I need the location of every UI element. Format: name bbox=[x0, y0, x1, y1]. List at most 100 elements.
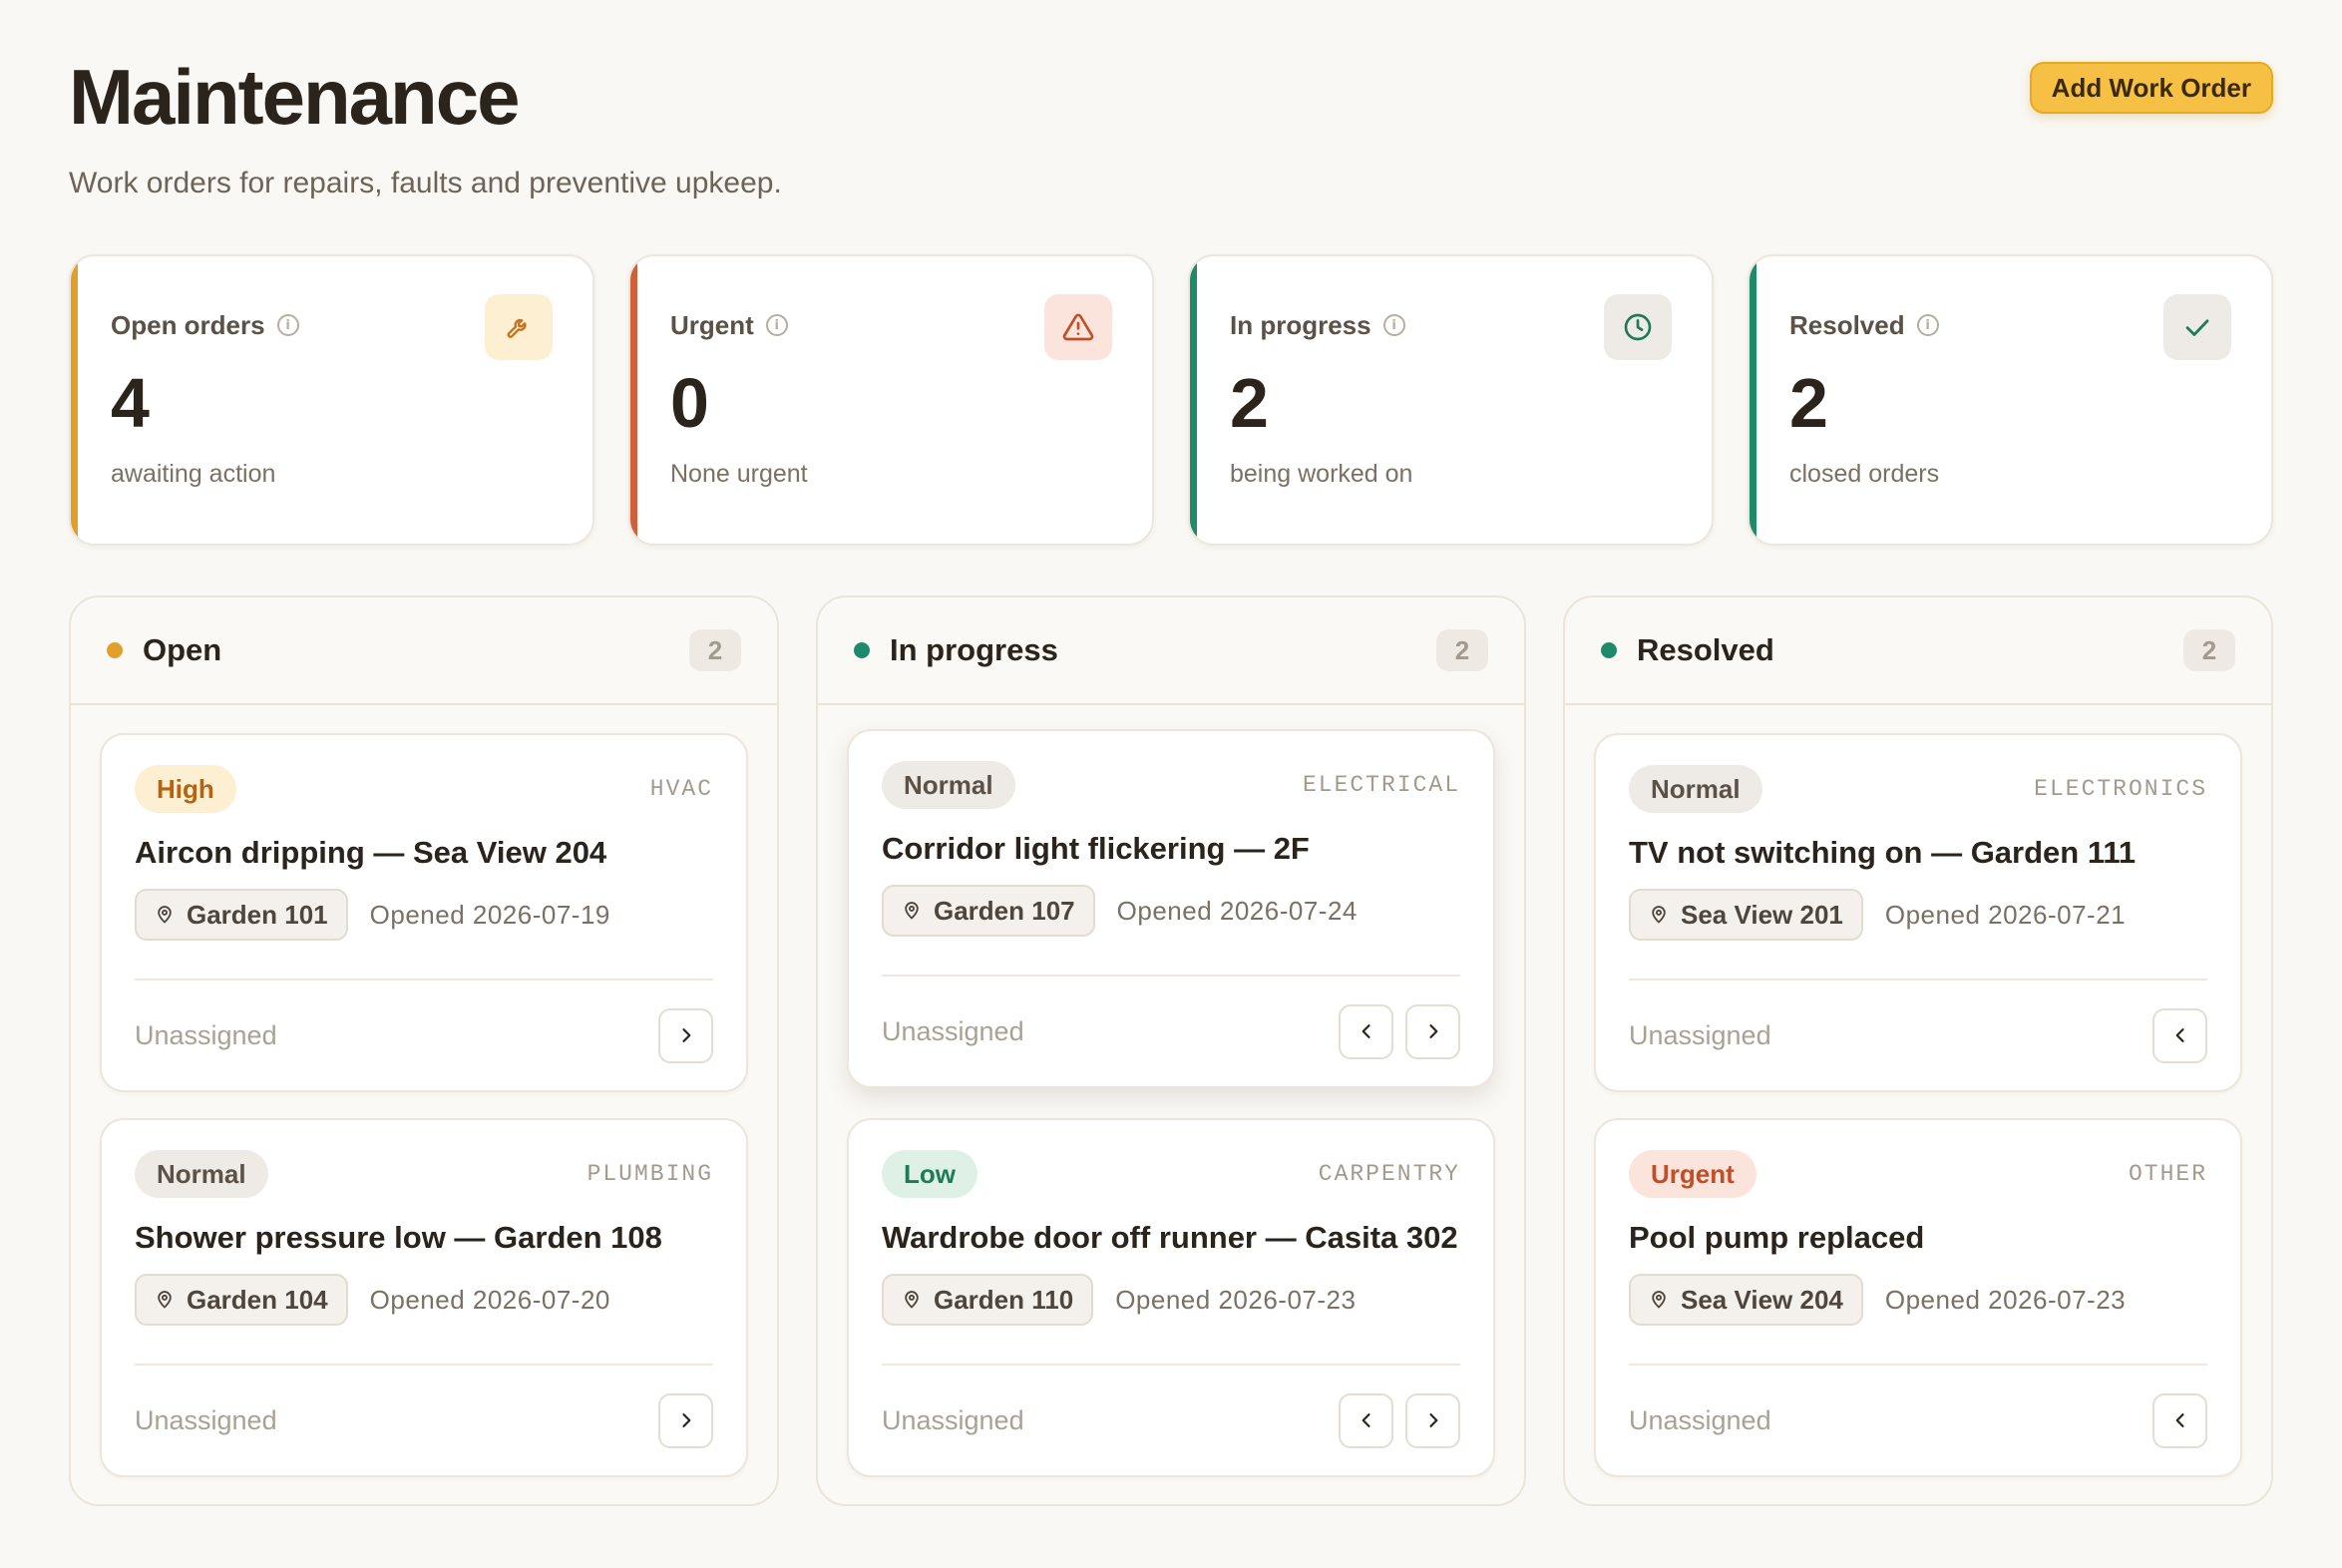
work-order-card[interactable]: Low CARPENTRY Wardrobe door off runner —… bbox=[847, 1118, 1495, 1477]
stat-value: 4 bbox=[111, 364, 150, 442]
chevron-right-icon bbox=[1428, 1024, 1437, 1038]
column-resolved: Resolved 2 Normal ELECTRONICS TV not swi… bbox=[1563, 595, 2273, 1506]
assignee-label: Unassigned bbox=[1629, 1019, 1771, 1050]
work-order-title: Wardrobe door off runner — Casita 302 bbox=[882, 1220, 1458, 1255]
opened-date: Opened 2026-07-20 bbox=[369, 1284, 610, 1315]
move-right-button[interactable] bbox=[1405, 1003, 1460, 1059]
work-order-card[interactable]: Urgent OTHER Pool pump replaced Sea View… bbox=[1594, 1118, 2242, 1477]
move-left-button[interactable] bbox=[1339, 1392, 1393, 1448]
work-order-card[interactable]: Normal ELECTRONICS TV not switching on —… bbox=[1594, 733, 2242, 1092]
assignee-label: Unassigned bbox=[135, 1019, 277, 1050]
status-dot bbox=[854, 642, 870, 658]
priority-badge: Urgent bbox=[1629, 1150, 1756, 1198]
chevron-right-icon bbox=[681, 1028, 690, 1042]
column-header: In progress 2 bbox=[818, 597, 1524, 705]
kanban-board: Open 2 High HVAC Aircon dripping — Sea V… bbox=[69, 595, 2273, 1506]
maintenance-page: Maintenance Work orders for repairs, fau… bbox=[0, 0, 2342, 1568]
opened-date: Opened 2026-07-24 bbox=[1116, 895, 1358, 926]
work-order-card[interactable]: High HVAC Aircon dripping — Sea View 204… bbox=[100, 733, 748, 1092]
stat-card-open-orders: Open orders i 4 awaiting action bbox=[69, 254, 594, 546]
opened-date: Opened 2026-07-23 bbox=[1115, 1284, 1357, 1315]
assignee-label: Unassigned bbox=[1629, 1404, 1771, 1435]
work-order-card[interactable]: Normal ELECTRICAL Corridor light flicker… bbox=[847, 729, 1495, 1088]
column-in-progress: In progress 2 Normal ELECTRICAL Corridor… bbox=[816, 595, 1526, 1506]
chevron-left-icon bbox=[1362, 1413, 1370, 1427]
stat-card-urgent: Urgent i 0 None urgent bbox=[628, 254, 1154, 546]
work-order-title: Shower pressure low — Garden 108 bbox=[135, 1220, 662, 1255]
work-order-title: TV not switching on — Garden 111 bbox=[1629, 835, 2137, 870]
work-order-card[interactable]: Normal PLUMBING Shower pressure low — Ga… bbox=[100, 1118, 748, 1477]
work-order-title: Corridor light flickering — 2F bbox=[882, 831, 1310, 866]
stat-card-in-progress: In progress i 2 being worked on bbox=[1188, 254, 1714, 546]
assignee-label: Unassigned bbox=[882, 1015, 1024, 1046]
stat-caption: being worked on bbox=[1230, 460, 1413, 488]
priority-badge: Low bbox=[882, 1150, 977, 1198]
map-pin-icon bbox=[158, 1291, 172, 1310]
add-work-order-button[interactable]: Add Work Order bbox=[2029, 62, 2273, 114]
priority-badge: Normal bbox=[1629, 765, 1762, 813]
stat-accent bbox=[71, 256, 78, 544]
column-count-badge: 2 bbox=[2183, 629, 2235, 671]
stat-cards: Open orders i 4 awaiting action Urgent i… bbox=[69, 254, 2273, 546]
location-chip: Garden 104 bbox=[135, 1274, 348, 1327]
category-label: PLUMBING bbox=[586, 1161, 713, 1187]
move-left-button[interactable] bbox=[2152, 1007, 2207, 1063]
warning-icon bbox=[1044, 294, 1112, 360]
column-count-badge: 2 bbox=[689, 629, 741, 671]
category-label: OTHER bbox=[2128, 1161, 2207, 1187]
assignee-label: Unassigned bbox=[882, 1404, 1024, 1435]
wrench-icon bbox=[485, 294, 553, 360]
column-title: In progress bbox=[890, 632, 1058, 667]
location-label: Sea View 204 bbox=[1681, 1284, 1843, 1315]
info-icon[interactable]: i bbox=[276, 314, 299, 336]
opened-date: Opened 2026-07-19 bbox=[369, 899, 610, 930]
stat-caption: awaiting action bbox=[111, 460, 276, 488]
category-label: CARPENTRY bbox=[1318, 1161, 1460, 1187]
page-header: Maintenance Work orders for repairs, fau… bbox=[69, 0, 2273, 254]
opened-date: Opened 2026-07-21 bbox=[1884, 899, 2127, 930]
info-icon[interactable]: i bbox=[1382, 314, 1405, 336]
move-right-button[interactable] bbox=[658, 1392, 713, 1448]
move-left-button[interactable] bbox=[2152, 1392, 2207, 1448]
status-dot bbox=[1601, 642, 1617, 658]
map-pin-icon bbox=[1652, 906, 1666, 925]
column-header: Resolved 2 bbox=[1565, 597, 2271, 705]
stat-accent bbox=[1190, 256, 1197, 544]
stat-accent bbox=[630, 256, 637, 544]
work-order-title: Aircon dripping — Sea View 204 bbox=[135, 835, 607, 870]
column-open: Open 2 High HVAC Aircon dripping — Sea V… bbox=[69, 595, 779, 1506]
stat-value: 0 bbox=[670, 364, 709, 442]
stat-label: Urgent bbox=[670, 309, 754, 340]
location-label: Sea View 201 bbox=[1681, 899, 1843, 930]
check-icon bbox=[2163, 294, 2231, 360]
page-title: Maintenance bbox=[69, 53, 520, 141]
priority-badge: Normal bbox=[135, 1150, 268, 1198]
column-title: Resolved bbox=[1637, 632, 1774, 667]
stat-accent bbox=[1750, 256, 1756, 544]
stat-label: Open orders bbox=[111, 309, 265, 340]
map-pin-icon bbox=[158, 906, 172, 925]
move-right-button[interactable] bbox=[658, 1007, 713, 1063]
column-header: Open 2 bbox=[71, 597, 777, 705]
chevron-right-icon bbox=[1428, 1413, 1437, 1427]
stat-caption: None urgent bbox=[670, 460, 808, 488]
priority-badge: Normal bbox=[882, 761, 1015, 809]
info-icon[interactable]: i bbox=[765, 314, 788, 336]
move-right-button[interactable] bbox=[1405, 1392, 1460, 1448]
work-order-title: Pool pump replaced bbox=[1629, 1220, 1925, 1255]
map-pin-icon bbox=[905, 1291, 919, 1310]
stat-label: Resolved bbox=[1789, 309, 1905, 340]
location-chip: Garden 107 bbox=[882, 885, 1095, 938]
chevron-right-icon bbox=[681, 1413, 690, 1427]
location-label: Garden 107 bbox=[934, 895, 1075, 926]
location-chip: Sea View 201 bbox=[1629, 889, 1863, 942]
category-label: ELECTRICAL bbox=[1302, 772, 1460, 798]
category-label: ELECTRONICS bbox=[2034, 776, 2207, 802]
column-count-badge: 2 bbox=[1436, 629, 1488, 671]
assignee-label: Unassigned bbox=[135, 1404, 277, 1435]
info-icon[interactable]: i bbox=[1916, 314, 1939, 336]
chevron-left-icon bbox=[1362, 1024, 1370, 1038]
move-left-button[interactable] bbox=[1339, 1003, 1393, 1059]
map-pin-icon bbox=[1652, 1291, 1666, 1310]
stat-card-resolved: Resolved i 2 closed orders bbox=[1748, 254, 2273, 546]
